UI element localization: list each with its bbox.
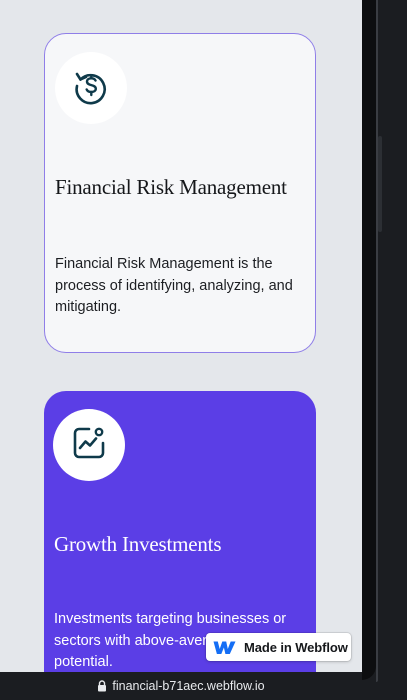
lock-icon [97,680,107,692]
service-card-risk-management[interactable]: Financial Risk Management Financial Risk… [44,33,316,353]
phone-frame-inner [362,0,376,680]
icon-badge [53,409,125,481]
phone-frame [362,0,407,700]
service-card-growth-investments[interactable]: Growth Investments Investments targeting… [44,391,316,672]
phone-frame-edge [376,0,378,682]
browser-url-bar[interactable]: financial-b71aec.webflow.io [0,672,362,700]
dollar-refresh-icon [71,66,111,111]
growth-chart-icon [69,423,109,468]
badge-label: Made in Webflow [244,639,348,655]
icon-badge [55,52,127,124]
card-description: Financial Risk Management is the process… [55,256,293,315]
url-text: financial-b71aec.webflow.io [112,679,265,693]
card-title: Growth Investments [54,532,222,556]
viewport: Financial Risk Management Financial Risk… [0,0,362,672]
webflow-logo-icon [213,640,236,655]
phone-side-button [378,136,382,232]
card-title: Financial Risk Management [55,175,287,199]
made-in-webflow-badge[interactable]: Made in Webflow [206,633,351,661]
